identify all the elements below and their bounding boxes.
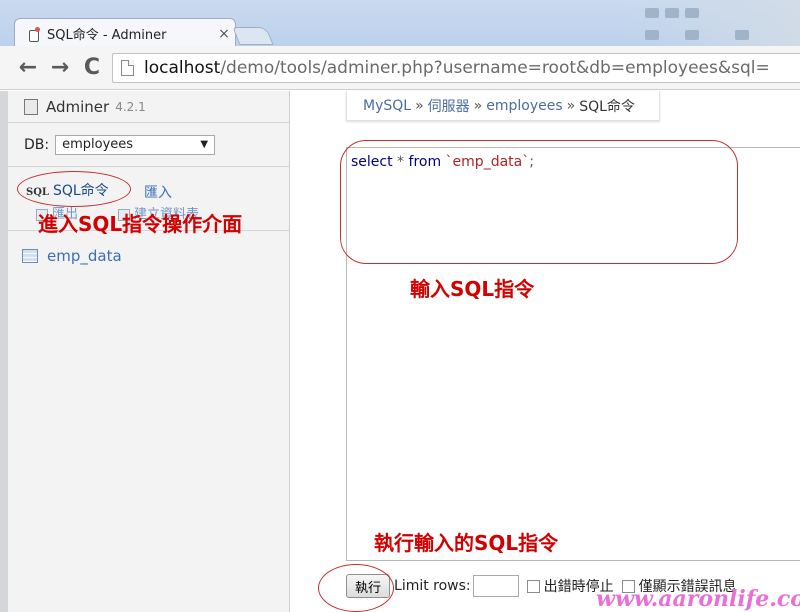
sql-command-highlight-ring (17, 171, 131, 207)
page-icon (121, 60, 134, 76)
breadcrumb-database[interactable]: employees (486, 98, 562, 114)
close-tab-icon[interactable]: × (213, 26, 235, 42)
import-link[interactable]: 匯入 (144, 182, 172, 202)
sql-input-highlight-ring (340, 140, 738, 264)
background-window-edge (625, 0, 800, 46)
new-tab-button[interactable] (232, 27, 274, 45)
limit-rows-label: Limit rows: (394, 578, 471, 594)
url-text: localhost/demo/tools/adminer.php?usernam… (144, 58, 770, 78)
address-bar[interactable]: localhost/demo/tools/adminer.php?usernam… (112, 53, 800, 83)
annotation-execute-sql: 執行輸入的SQL指令 (374, 531, 559, 555)
table-icon (22, 249, 38, 263)
table-name: emp_data (47, 247, 122, 265)
breadcrumb-mysql[interactable]: MySQL (363, 98, 411, 114)
breadcrumb: MySQL » 伺服器 » employees » SQL命令 (346, 91, 660, 121)
adminer-logo[interactable]: Adminer 4.2.1 (8, 91, 289, 123)
chevron-down-icon: ▼ (200, 139, 209, 150)
db-selector-row: DB: employees ▼ (8, 123, 289, 167)
adminer-favicon-icon (27, 26, 41, 42)
browser-tab[interactable]: SQL命令 - Adminer × (14, 18, 236, 48)
back-arrow-icon[interactable]: ← (12, 53, 44, 83)
stop-on-error-checkbox[interactable] (526, 579, 540, 593)
app-version: 4.2.1 (115, 99, 146, 114)
browser-titlebar: SQL命令 - Adminer × (0, 0, 800, 48)
db-select[interactable]: employees ▼ (55, 134, 216, 155)
window-left-edge (0, 91, 8, 612)
adminer-sidebar: Adminer 4.2.1 DB: employees ▼ SQL SQL命令 匯… (8, 91, 290, 612)
adminer-logo-icon (24, 98, 38, 115)
limit-rows-input[interactable] (472, 575, 519, 597)
annotation-input-sql: 輸入SQL指令 (410, 277, 535, 301)
execute-highlight-ring (318, 564, 394, 612)
tab-title: SQL命令 - Adminer (47, 28, 167, 43)
reload-icon[interactable]: C (76, 53, 108, 83)
db-select-value: employees (62, 137, 134, 152)
breadcrumb-current: SQL命令 (579, 98, 635, 115)
sidebar-item-emp-data[interactable]: emp_data (22, 247, 122, 265)
browser-toolbar: ← → C localhost/demo/tools/adminer.php?u… (0, 46, 800, 90)
forward-arrow-icon[interactable]: → (44, 53, 76, 83)
breadcrumb-server[interactable]: 伺服器 (428, 96, 470, 116)
watermark: www.aaronlife.com (596, 586, 800, 612)
annotation-enter-sql: 進入SQL指令操作介面 (38, 212, 243, 236)
db-label: DB: (24, 136, 50, 153)
app-name: Adminer (46, 97, 110, 116)
